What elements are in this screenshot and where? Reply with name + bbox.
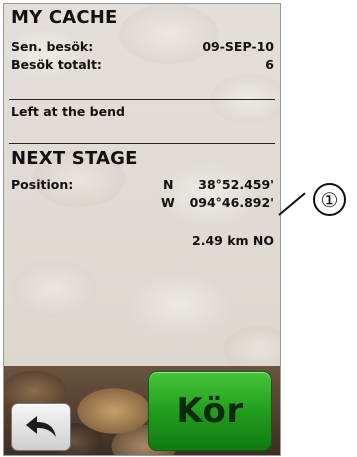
- last-visit-label: Sen. besök:: [11, 39, 94, 54]
- latitude-value: 38°52.459': [198, 177, 274, 192]
- total-visits-label: Besök totalt:: [11, 57, 102, 72]
- divider: [9, 143, 275, 144]
- distance-bearing: 2.49 km NO: [192, 233, 274, 248]
- page: MY CACHE Sen. besök: 09-SEP-10 Besök tot…: [0, 0, 357, 457]
- back-button[interactable]: [11, 403, 71, 451]
- longitude-value: 094°46.892': [189, 195, 274, 210]
- total-visits-value: 6: [265, 57, 274, 72]
- divider: [9, 99, 275, 100]
- longitude-hemisphere: W: [161, 195, 175, 210]
- back-arrow-icon: [26, 416, 56, 437]
- cache-note: Left at the bend: [11, 104, 125, 119]
- last-visit-value: 09-SEP-10: [202, 39, 274, 54]
- go-button[interactable]: Kör: [148, 371, 272, 451]
- go-button-label: Kör: [176, 391, 244, 431]
- latitude-hemisphere: N: [163, 177, 174, 192]
- next-stage-title: NEXT STAGE: [11, 148, 138, 169]
- callout-number: ①: [313, 183, 346, 216]
- position-label: Position:: [11, 177, 74, 192]
- my-cache-title: MY CACHE: [11, 7, 118, 28]
- callout-leader-line: [278, 192, 306, 216]
